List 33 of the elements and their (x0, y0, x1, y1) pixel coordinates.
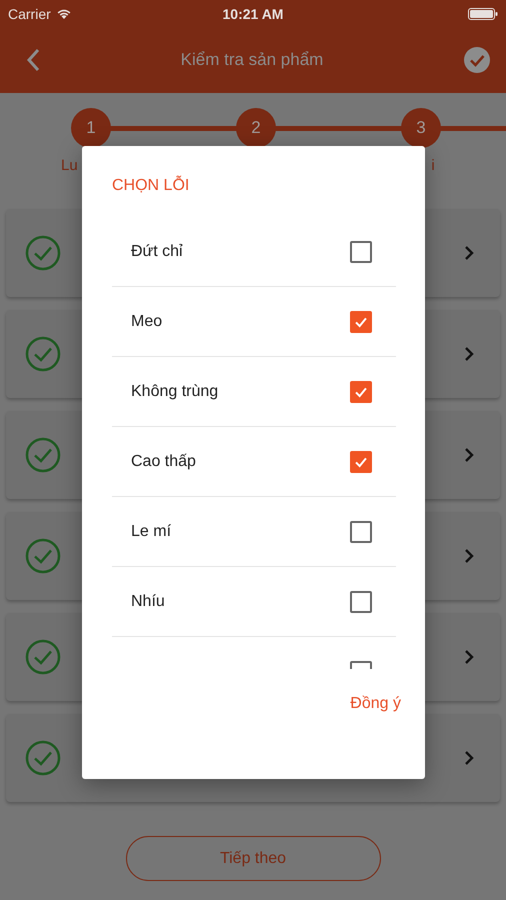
option-label: Không trùng (131, 382, 218, 400)
checkbox[interactable] (350, 310, 372, 332)
option-label: Le mí (131, 522, 172, 540)
step-label: i (431, 157, 435, 174)
battery-icon (468, 8, 498, 20)
option-label: Đứt chỉ (131, 242, 183, 260)
back-icon[interactable] (26, 48, 40, 72)
checkbox[interactable] (350, 520, 372, 542)
wifi-icon (56, 8, 72, 20)
option-label: Cao thấp (131, 452, 196, 470)
checkbox[interactable] (350, 240, 372, 262)
confirm-button[interactable]: Đồng ý (346, 691, 405, 717)
chevron-right-icon (464, 346, 474, 362)
dialog-title: CHỌN LỖI (111, 174, 190, 196)
checkbox[interactable] (350, 380, 372, 402)
chevron-right-icon (464, 548, 474, 564)
option-label: Meo (131, 312, 162, 330)
step-number: 2 (236, 108, 276, 148)
step-number: 3 (401, 108, 441, 148)
checkbox[interactable] (350, 590, 372, 612)
check-circle-icon[interactable] (464, 47, 490, 73)
checkbox[interactable] (350, 450, 372, 472)
chevron-right-icon (464, 245, 474, 261)
next-button[interactable]: Tiếp theo (126, 836, 380, 881)
option-label: Nhíu (131, 592, 165, 610)
chevron-right-icon (464, 447, 474, 463)
carrier-label: Carrier (8, 6, 51, 22)
status-time: 10:21 AM (222, 6, 284, 22)
step-label: Lu (61, 157, 78, 174)
chevron-right-icon (464, 750, 474, 766)
screen-title: Kiểm tra sản phẩm (180, 50, 324, 70)
step-number: 1 (71, 108, 111, 148)
chevron-right-icon (464, 649, 474, 665)
